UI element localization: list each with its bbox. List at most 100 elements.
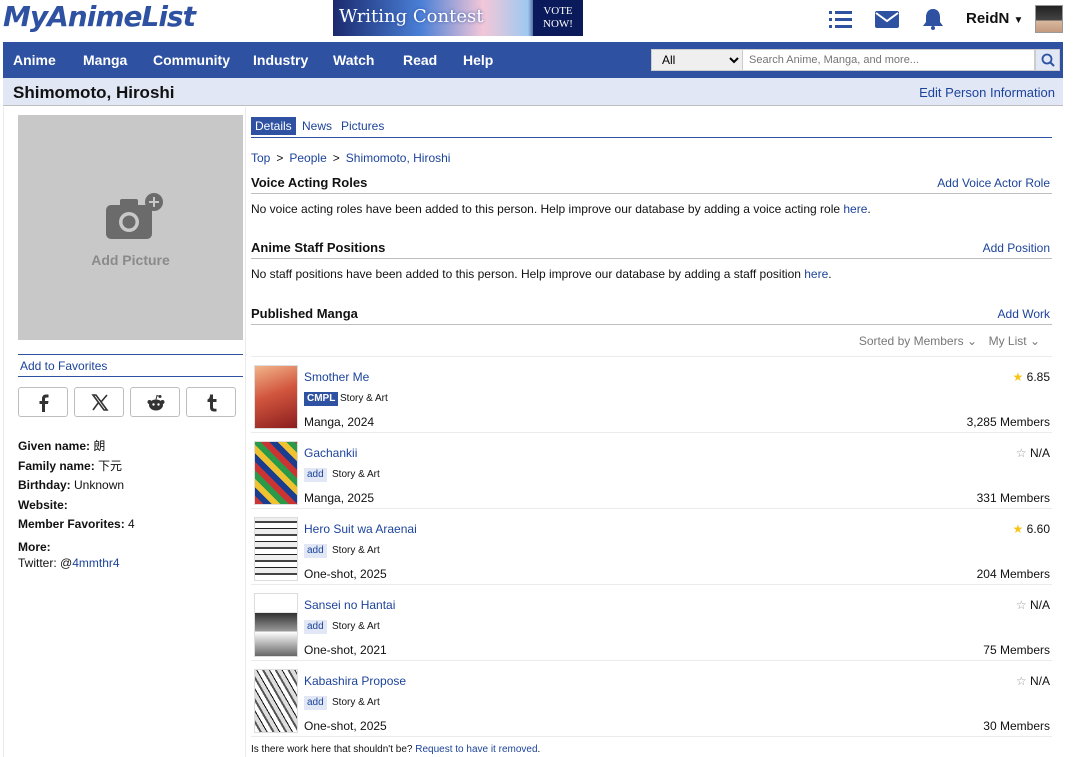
star-empty-icon: ☆ bbox=[1015, 598, 1027, 612]
tab-details[interactable]: Details bbox=[251, 117, 296, 135]
request-removal-link[interactable]: Request to have it removed bbox=[415, 744, 537, 755]
add-picture-placeholder[interactable]: Add Picture bbox=[18, 115, 243, 340]
list-icon[interactable] bbox=[828, 8, 854, 30]
manga-title-link[interactable]: Kabashira Propose bbox=[304, 674, 406, 688]
tab-bar: Details News Pictures bbox=[251, 115, 1052, 138]
banner-vote: VOTE NOW! bbox=[533, 0, 583, 36]
username: ReidN bbox=[966, 10, 1010, 27]
banner-title: Writing Contest bbox=[339, 6, 484, 27]
manga-title-link[interactable]: Sansei no Hantai bbox=[304, 598, 395, 612]
username-menu[interactable]: ReidN ▼ bbox=[966, 10, 1023, 27]
tab-pictures[interactable]: Pictures bbox=[337, 117, 388, 135]
add-to-list-badge[interactable]: add bbox=[304, 620, 327, 634]
staff-here-link[interactable]: here bbox=[804, 267, 828, 281]
chevron-down-icon: ⌄ bbox=[966, 334, 977, 348]
avatar[interactable] bbox=[1035, 5, 1063, 33]
manga-row: Kabashira Propose add Story & Art One-sh… bbox=[251, 662, 1052, 737]
breadcrumb-person[interactable]: Shimomoto, Hiroshi bbox=[346, 151, 451, 165]
x-icon bbox=[91, 394, 109, 411]
nav-help[interactable]: Help bbox=[463, 52, 493, 68]
share-reddit-button[interactable] bbox=[130, 387, 180, 417]
voice-here-link[interactable]: here bbox=[843, 202, 867, 216]
add-to-favorites: Add to Favorites bbox=[18, 354, 243, 377]
manga-cover[interactable] bbox=[254, 441, 298, 505]
manga-type-year: Manga, 2024 bbox=[304, 415, 375, 429]
sort-dropdown[interactable]: Sorted by Members ⌄ bbox=[859, 334, 977, 348]
share-facebook-button[interactable] bbox=[18, 387, 68, 417]
info-member-favorites: Member Favorites: 4 bbox=[18, 517, 135, 531]
info-birthday: Birthday: Unknown bbox=[18, 478, 125, 492]
manga-score: ★ 6.85 bbox=[1012, 370, 1050, 384]
manga-title-link[interactable]: Gachankii bbox=[304, 446, 357, 460]
manga-members: 30 Members bbox=[983, 719, 1050, 733]
manga-cover[interactable] bbox=[254, 517, 298, 581]
manga-row: Sansei no Hantai add Story & Art One-sho… bbox=[251, 586, 1052, 661]
nav-industry[interactable]: Industry bbox=[253, 52, 308, 68]
twitter-link[interactable]: 4mmthr4 bbox=[72, 556, 119, 570]
manga-members: 75 Members bbox=[983, 643, 1050, 657]
left-sidebar: Add Picture Add to Favorites Given name:… bbox=[3, 107, 246, 757]
manga-members: 204 Members bbox=[976, 567, 1050, 581]
manga-score: ☆ N/A bbox=[1015, 674, 1050, 688]
share-x-button[interactable] bbox=[74, 387, 124, 417]
person-info: Given name: 朗 Family name: 下元 Birthday: … bbox=[18, 437, 243, 571]
nav-community[interactable]: Community bbox=[153, 52, 230, 68]
tab-news[interactable]: News bbox=[298, 117, 336, 135]
manga-row: Gachankii add Story & Art Manga, 2025 ☆ … bbox=[251, 434, 1052, 509]
manga-type-year: One-shot, 2025 bbox=[304, 719, 387, 733]
nav-manga[interactable]: Manga bbox=[83, 52, 127, 68]
share-tumblr-button[interactable] bbox=[186, 387, 236, 417]
nav-read[interactable]: Read bbox=[403, 52, 437, 68]
manga-cover[interactable] bbox=[254, 365, 298, 429]
chevron-down-icon: ⌄ bbox=[1029, 334, 1040, 348]
manga-cover[interactable] bbox=[254, 669, 298, 733]
add-to-list-badge[interactable]: add bbox=[304, 696, 327, 710]
status-badge[interactable]: CMPL bbox=[304, 392, 339, 406]
search-icon bbox=[1041, 53, 1055, 67]
breadcrumb-top[interactable]: Top bbox=[251, 151, 270, 165]
manga-members: 331 Members bbox=[976, 491, 1050, 505]
voice-acting-message: No voice acting roles have been added to… bbox=[251, 202, 871, 216]
manga-role: Story & Art bbox=[332, 545, 380, 556]
search-category-select[interactable]: All bbox=[651, 49, 743, 71]
add-to-list-badge[interactable]: add bbox=[304, 544, 327, 558]
search-input[interactable] bbox=[743, 49, 1035, 71]
facebook-icon bbox=[39, 394, 49, 412]
site-header: MyAnimeList Writing Contest VOTE NOW! Re… bbox=[0, 0, 1073, 42]
nav-anime[interactable]: Anime bbox=[13, 52, 56, 68]
add-voice-actor-role-link[interactable]: Add Voice Actor Role bbox=[937, 176, 1050, 190]
breadcrumb: Top > People > Shimomoto, Hiroshi bbox=[251, 151, 451, 165]
published-manga-header: Published Manga Add Work bbox=[251, 305, 1052, 325]
published-manga-heading: Published Manga bbox=[251, 306, 358, 321]
page-title: Shimomoto, Hiroshi bbox=[13, 83, 175, 102]
edit-person-link[interactable]: Edit Person Information bbox=[919, 85, 1055, 100]
manga-title-link[interactable]: Hero Suit wa Araenai bbox=[304, 522, 417, 536]
add-work-link[interactable]: Add Work bbox=[998, 307, 1050, 321]
add-to-list-badge[interactable]: add bbox=[304, 468, 327, 482]
add-position-link[interactable]: Add Position bbox=[983, 241, 1050, 255]
manga-cover[interactable] bbox=[254, 593, 298, 657]
manga-type-year: Manga, 2025 bbox=[304, 491, 375, 505]
nav-watch[interactable]: Watch bbox=[333, 52, 374, 68]
voice-acting-header: Voice Acting Roles Add Voice Actor Role bbox=[251, 174, 1052, 194]
star-filled-icon: ★ bbox=[1012, 370, 1024, 384]
info-website: Website: bbox=[18, 497, 68, 512]
search-button[interactable] bbox=[1035, 49, 1060, 71]
manga-role: Story & Art bbox=[332, 469, 380, 480]
writing-contest-banner[interactable]: Writing Contest VOTE NOW! bbox=[333, 0, 583, 36]
info-family-name: Family name: 下元 bbox=[18, 458, 123, 473]
site-logo[interactable]: MyAnimeList bbox=[3, 0, 196, 34]
mail-icon[interactable] bbox=[874, 8, 900, 30]
manga-score: ★ 6.60 bbox=[1012, 522, 1050, 536]
manga-title-link[interactable]: Smother Me bbox=[304, 370, 369, 384]
manga-role: Story & Art bbox=[332, 621, 380, 632]
add-camera-icon bbox=[106, 193, 163, 239]
manga-role: Story & Art bbox=[332, 697, 380, 708]
my-list-dropdown[interactable]: My List ⌄ bbox=[989, 334, 1040, 348]
manga-score: ☆ N/A bbox=[1015, 446, 1050, 460]
bell-icon[interactable] bbox=[920, 8, 946, 30]
removal-footnote: Is there work here that shouldn't be? Re… bbox=[251, 744, 541, 755]
breadcrumb-people[interactable]: People bbox=[289, 151, 326, 165]
manga-sort-bar: Sorted by Members ⌄ My List ⌄ bbox=[251, 327, 1052, 357]
add-to-favorites-link[interactable]: Add to Favorites bbox=[20, 359, 107, 373]
